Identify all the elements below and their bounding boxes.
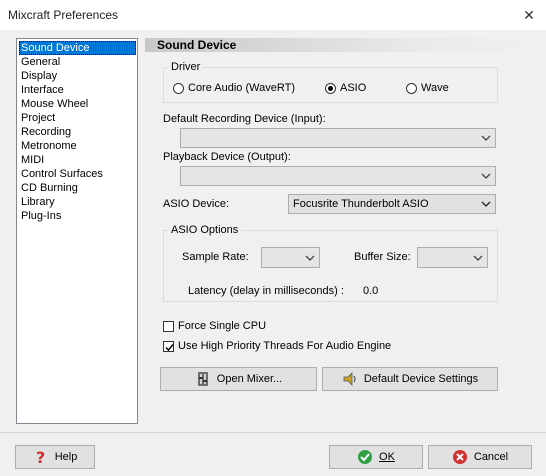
category-item-library[interactable]: Library bbox=[19, 195, 136, 209]
force-single-cpu-box bbox=[163, 320, 174, 332]
open-mixer-button[interactable]: Open Mixer... bbox=[160, 367, 317, 391]
asio-device-value: Focusrite Thunderbolt ASIO bbox=[293, 198, 429, 210]
latency-value: 0.0 bbox=[363, 285, 379, 297]
category-list[interactable]: Sound Device General Display Interface M… bbox=[16, 38, 138, 424]
radio-core-audio[interactable]: Core Audio (WaveRT) bbox=[173, 80, 295, 96]
help-icon: ? bbox=[33, 449, 49, 465]
buffer-size-combo[interactable] bbox=[417, 247, 488, 268]
speaker-icon bbox=[342, 371, 358, 387]
radio-wave-indicator bbox=[406, 82, 417, 94]
force-single-cpu-checkbox[interactable]: Force Single CPU bbox=[163, 318, 266, 334]
radio-asio[interactable]: ASIO bbox=[325, 80, 366, 96]
asio-options-group-label: ASIO Options bbox=[168, 223, 242, 237]
chevron-down-icon bbox=[481, 133, 491, 143]
radio-wave[interactable]: Wave bbox=[406, 80, 449, 96]
category-item-sound-device[interactable]: Sound Device bbox=[19, 41, 136, 55]
chevron-down-icon bbox=[481, 199, 491, 209]
category-item-plug-ins[interactable]: Plug-Ins bbox=[19, 209, 136, 223]
close-icon[interactable]: ✕ bbox=[516, 3, 542, 27]
radio-wave-label: Wave bbox=[421, 82, 449, 94]
asio-device-combo[interactable]: Focusrite Thunderbolt ASIO bbox=[288, 194, 496, 214]
category-item-general[interactable]: General bbox=[19, 55, 136, 69]
sample-rate-label: Sample Rate: bbox=[182, 251, 249, 263]
cancel-label: Cancel bbox=[473, 451, 509, 463]
category-item-control-surfaces[interactable]: Control Surfaces bbox=[19, 167, 136, 181]
playback-device-label: Playback Device (Output): bbox=[163, 151, 291, 163]
category-item-cd-burning[interactable]: CD Burning bbox=[19, 181, 136, 195]
latency-label: Latency (delay in milliseconds) : bbox=[188, 285, 344, 297]
default-device-settings-button[interactable]: Default Device Settings bbox=[322, 367, 498, 391]
category-item-project[interactable]: Project bbox=[19, 111, 136, 125]
cancel-button[interactable]: Cancel bbox=[428, 445, 532, 469]
chevron-down-icon bbox=[473, 253, 483, 263]
high-priority-threads-checkbox[interactable]: Use High Priority Threads For Audio Engi… bbox=[163, 338, 391, 354]
category-item-display[interactable]: Display bbox=[19, 69, 136, 83]
cancel-circle-icon bbox=[452, 449, 468, 465]
ok-button[interactable]: OK bbox=[329, 445, 423, 469]
recording-device-combo[interactable] bbox=[180, 128, 496, 148]
radio-core-audio-label: Core Audio (WaveRT) bbox=[188, 82, 295, 94]
radio-asio-indicator bbox=[325, 82, 336, 94]
help-label: Help bbox=[54, 451, 78, 463]
buffer-size-label: Buffer Size: bbox=[354, 251, 411, 263]
recording-device-label: Default Recording Device (Input): bbox=[163, 113, 326, 125]
section-title: Sound Device bbox=[157, 38, 237, 52]
default-device-settings-label: Default Device Settings bbox=[363, 373, 479, 385]
category-item-recording[interactable]: Recording bbox=[19, 125, 136, 139]
open-mixer-label: Open Mixer... bbox=[216, 373, 283, 385]
window-title: Mixcraft Preferences bbox=[8, 8, 119, 22]
category-item-mouse-wheel[interactable]: Mouse Wheel bbox=[19, 97, 136, 111]
mixer-icon bbox=[195, 371, 211, 387]
chevron-down-icon bbox=[481, 171, 491, 181]
footer-separator bbox=[0, 432, 546, 433]
checkmark-icon bbox=[163, 340, 174, 352]
radio-core-audio-indicator bbox=[173, 82, 184, 94]
category-item-metronome[interactable]: Metronome bbox=[19, 139, 136, 153]
high-priority-threads-label: Use High Priority Threads For Audio Engi… bbox=[178, 340, 392, 352]
category-item-midi[interactable]: MIDI bbox=[19, 153, 136, 167]
sample-rate-combo[interactable] bbox=[261, 247, 320, 268]
playback-device-combo[interactable] bbox=[180, 166, 496, 186]
svg-text:?: ? bbox=[36, 449, 45, 465]
check-circle-icon bbox=[357, 449, 373, 465]
category-item-interface[interactable]: Interface bbox=[19, 83, 136, 97]
asio-device-label: ASIO Device: bbox=[163, 198, 230, 210]
force-single-cpu-label: Force Single CPU bbox=[178, 320, 267, 332]
driver-group-label: Driver bbox=[168, 60, 204, 74]
radio-asio-label: ASIO bbox=[340, 82, 367, 94]
ok-label: OK bbox=[379, 451, 395, 463]
chevron-down-icon bbox=[305, 253, 315, 263]
help-button[interactable]: ? Help bbox=[15, 445, 95, 469]
